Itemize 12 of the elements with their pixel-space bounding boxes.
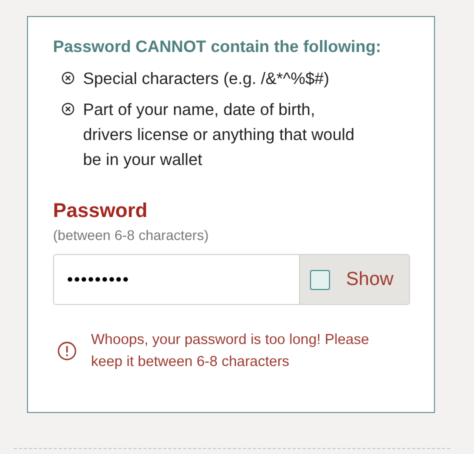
- rules-heading: Password CANNOT contain the following:: [53, 37, 382, 57]
- password-hint: (between 6-8 characters): [53, 226, 210, 244]
- circle-x-icon: [61, 102, 75, 116]
- password-label: Password: [53, 199, 148, 223]
- rule-text: Special characters (e.g. /&*^%$#): [83, 69, 330, 90]
- show-checkbox[interactable]: [310, 270, 330, 290]
- error-message: Whoops, your password is too long! Please keep it between 6-8 characters: [91, 331, 370, 372]
- rule-text: Part of your name, date of birth, drivers license or anything that would be in your wallet: [83, 100, 356, 171]
- show-toggle[interactable]: Show: [299, 254, 410, 305]
- warning-icon: [57, 341, 77, 361]
- circle-x-icon: [61, 71, 75, 85]
- password-field[interactable]: •••••••••: [53, 254, 299, 305]
